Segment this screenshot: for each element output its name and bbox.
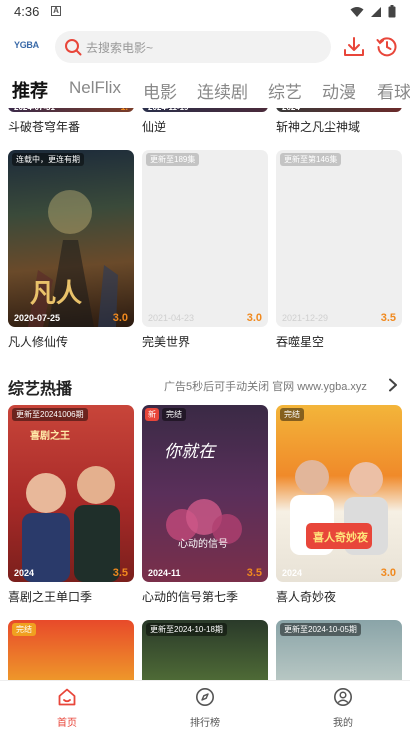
notification-icon: A [51, 6, 61, 16]
poster-caption: 喜人奇妙夜 [313, 532, 368, 544]
bottom-navigation: 首页 排行榜 我的 [0, 680, 410, 730]
poster-image[interactable]: 2024 [276, 108, 402, 112]
poster-date: 2021-04-23 [148, 313, 195, 323]
poster-date: 2024 [282, 568, 303, 578]
video-title[interactable]: 完美世界 [142, 333, 190, 350]
history-icon[interactable] [376, 36, 398, 58]
poster-date: 2024-11-19 [148, 108, 188, 112]
status-badge: 更新至189集 [146, 153, 200, 166]
content-feed: 2024-07-31 1. 斗破苍穹年番 2024-11-19 仙逆 2024 … [0, 108, 410, 680]
tab-movies[interactable]: 电影 [143, 78, 177, 103]
status-badge: 更新至20241006期 [12, 408, 88, 421]
poster-image[interactable]: 更新至20241006期 喜剧之王 2024 3.5 [8, 405, 134, 582]
search-icon [65, 39, 82, 56]
status-badge: 完结 [162, 408, 186, 421]
compass-icon [196, 688, 214, 706]
search-placeholder: 去搜索电影~ [86, 41, 154, 55]
nav-home[interactable]: 首页 [37, 687, 97, 729]
status-badge: 更新至第146集 [280, 153, 342, 166]
poster-score: 3.5 [112, 567, 128, 579]
tab-anime[interactable]: 动漫 [322, 78, 356, 103]
status-badge: 连载中，更连有期 [12, 153, 84, 166]
new-badge: 新 [145, 408, 159, 421]
poster-artwork: 你就在 [164, 442, 242, 544]
poster-image[interactable]: 更新至第146集 2021-12-29 3.5 [276, 150, 402, 327]
poster-image[interactable]: 你就在 新 完结 心动的信号 2024-11 3.5 [142, 405, 268, 582]
download-icon[interactable] [343, 36, 365, 58]
status-badge: 完结 [12, 623, 36, 636]
poster-image[interactable]: 2024-07-31 1. [8, 108, 134, 112]
poster-date: 2020-07-25 [14, 313, 61, 323]
app-header: YGBA 去搜索电影~ [0, 24, 410, 72]
video-title[interactable]: 仙逆 [142, 118, 166, 135]
poster-score: 3.0 [246, 312, 262, 324]
poster-image[interactable]: 凡人 连载中，更连有期 2020-07-25 3.0 [8, 150, 134, 327]
video-title[interactable]: 斩神之凡尘神域 [276, 118, 360, 135]
video-title[interactable]: 喜人奇妙夜 [276, 588, 336, 605]
nav-label: 排行榜 [190, 718, 220, 729]
user-icon [334, 688, 352, 706]
poster-image[interactable]: 完结 [8, 620, 134, 680]
poster-artwork [290, 460, 388, 555]
nav-label: 我的 [333, 718, 353, 729]
ad-notice[interactable]: 广告5秒后可手动关闭 官网 www.ygba.xyz [164, 378, 367, 394]
video-title[interactable]: 斗破苍穹年番 [8, 118, 80, 135]
home-icon [58, 688, 76, 706]
poster-score: 3.0 [112, 312, 128, 324]
search-input[interactable]: 去搜索电影~ [55, 31, 331, 63]
poster-date: 2024 [282, 108, 300, 112]
status-badge: 完结 [280, 408, 304, 421]
status-bar: 4:36 A [0, 0, 410, 24]
nav-label: 首页 [57, 718, 77, 729]
signal-icon [371, 6, 381, 17]
poster-date: 2024-07-31 [14, 108, 55, 112]
poster-image[interactable]: 更新至2024-10-18期 [142, 620, 268, 680]
tab-recommend[interactable]: 推荐 [12, 77, 48, 103]
poster-date: 2024-11 [148, 568, 181, 578]
video-title[interactable]: 喜剧之王单口季 [8, 588, 92, 605]
status-icons [350, 5, 396, 18]
tab-nelflix[interactable]: NelFlix [69, 78, 121, 98]
status-time: 4:36 [14, 4, 40, 19]
category-tabs: 推荐 NelFlix 电影 连续剧 综艺 动漫 看球 [0, 74, 410, 108]
poster-date: 2024 [14, 568, 35, 578]
video-title[interactable]: 凡人修仙传 [8, 333, 68, 350]
poster-image[interactable]: 2024-11-19 [142, 108, 268, 112]
status-badge: 更新至2024-10-18期 [146, 623, 227, 636]
status-badge: 更新至2024-10-05期 [280, 623, 361, 636]
video-title[interactable]: 心动的信号第七季 [142, 588, 238, 605]
tab-series[interactable]: 连续剧 [197, 78, 248, 103]
poster-score: 3.5 [246, 567, 262, 579]
nav-ranking[interactable]: 排行榜 [175, 687, 235, 729]
svg-text:凡人: 凡人 [30, 279, 82, 309]
section-title: 综艺热播 [8, 381, 73, 398]
nav-profile[interactable]: 我的 [313, 687, 373, 729]
poster-artwork [22, 466, 120, 582]
tab-football[interactable]: 看球 [377, 78, 410, 103]
battery-icon [388, 5, 396, 18]
chevron-right-icon[interactable] [388, 378, 398, 392]
poster-caption: 心动的信号 [178, 539, 228, 550]
poster-image[interactable]: 更新至189集 2021-04-23 3.0 [142, 150, 268, 327]
video-title[interactable]: 吞噬星空 [276, 333, 324, 350]
app-logo: YGBA [14, 40, 39, 50]
poster-score: 3.5 [380, 312, 396, 324]
poster-date: 2021-12-29 [282, 313, 329, 323]
svg-text:你就在: 你就在 [164, 442, 217, 462]
poster-image[interactable]: 完结 喜人奇妙夜 2024 3.0 [276, 405, 402, 582]
tab-variety[interactable]: 综艺 [268, 78, 302, 103]
poster-score: 3.0 [380, 567, 396, 579]
poster-caption: 喜剧之王 [30, 431, 70, 442]
poster-artwork: 凡人 [28, 190, 118, 327]
poster-score: 1. [120, 108, 128, 112]
wifi-icon [350, 6, 364, 17]
poster-image[interactable]: 更新至2024-10-05期 [276, 620, 402, 680]
